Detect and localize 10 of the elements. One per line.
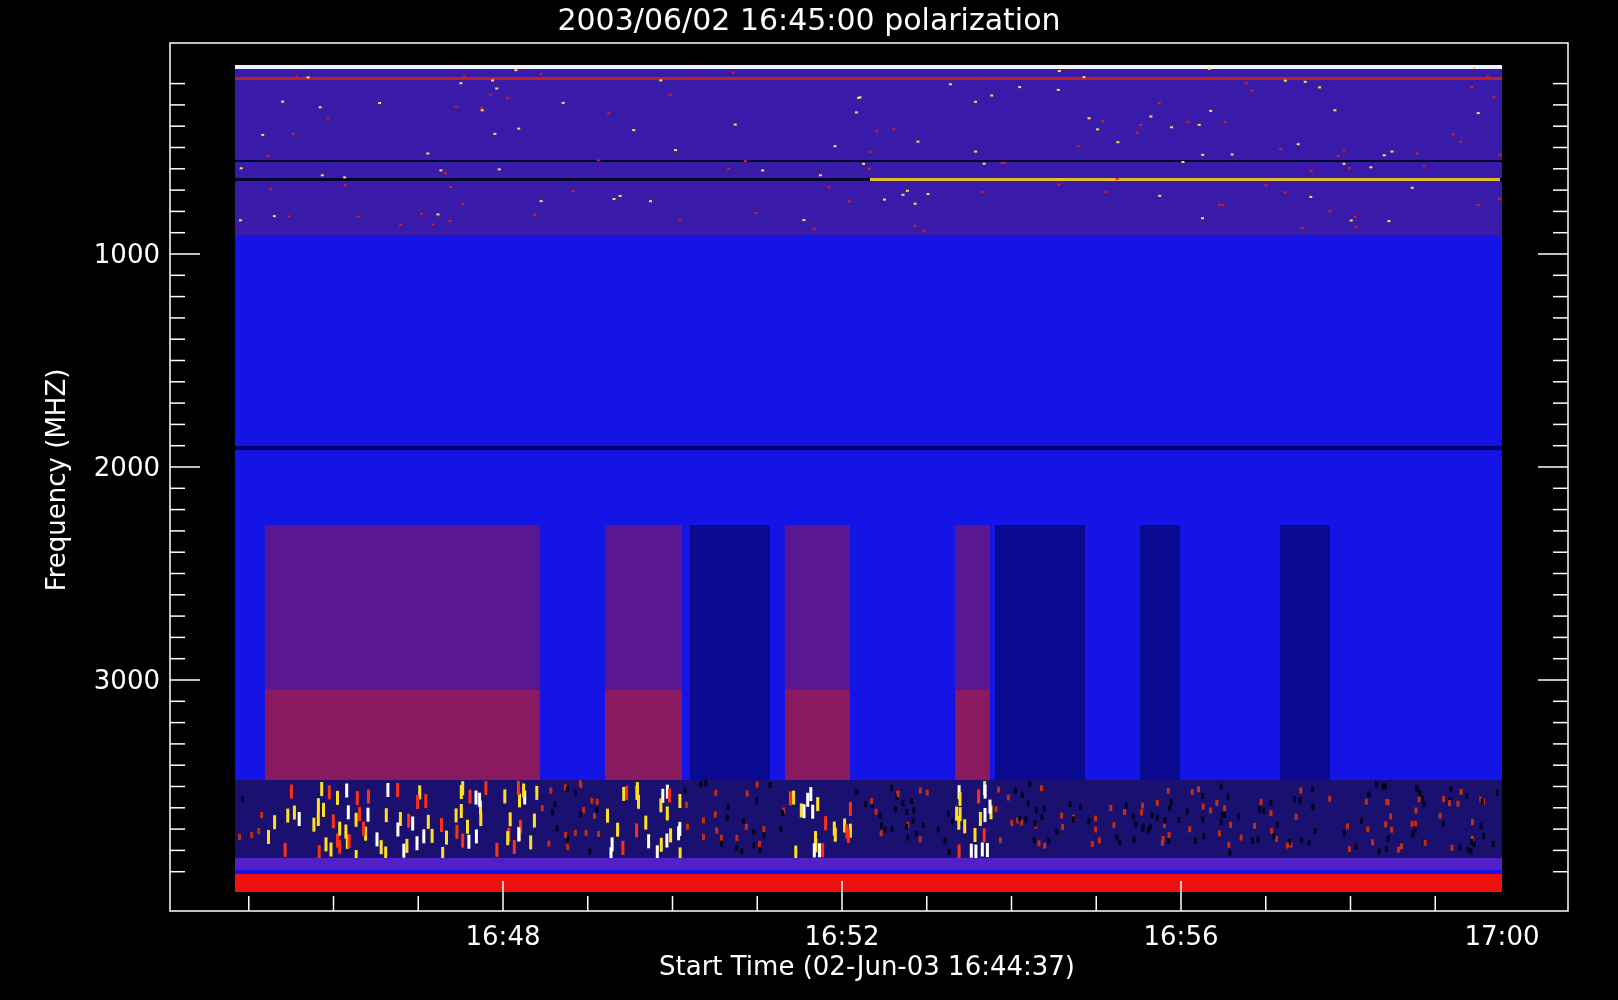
y-tick-label: 3000 [93,665,160,695]
x-tick-label: 16:56 [1143,921,1219,951]
x-axis-title: Start Time (02-Jun-03 16:44:37) [659,951,1075,981]
y-axis-title: Frequency (MHZ) [41,368,71,592]
x-tick-label: 16:48 [465,921,541,951]
y-tick-label: 1000 [93,239,160,269]
chart-title: 2003/06/02 16:45:00 polarization [557,2,1061,37]
y-tick-label: 2000 [93,452,160,482]
x-tick-label: 17:00 [1464,921,1540,951]
x-tick-label: 16:52 [804,921,880,951]
